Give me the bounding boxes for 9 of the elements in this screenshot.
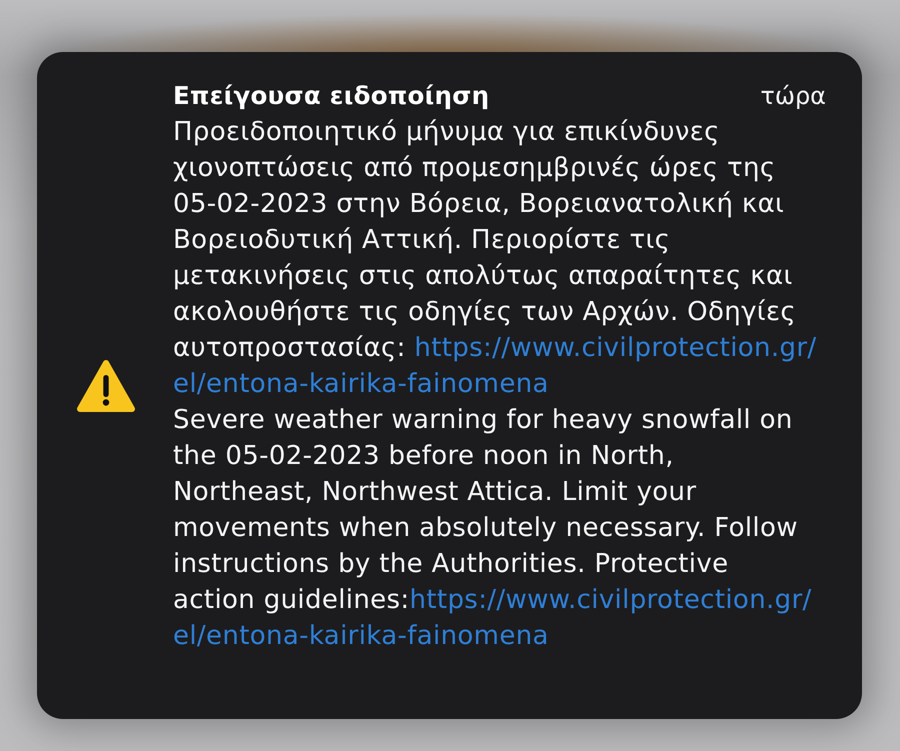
- message-text: Severe weather warning for heavy snowfall on the 05-02-2023 before noon in North, Northeast, Northwest Attica. Limit your movements when absolutely necessary. Follow instructions by the Authorities. Protective action guidelines:https://www.civilprotection.gr/ el/entona-kairika-fainomena: [173, 404, 813, 653]
- link[interactable]: el/entona-kairika-fainomena: [173, 621, 549, 651]
- link[interactable]: el/entona-kairika-fainomena: [173, 369, 549, 399]
- message-text: Προειδοποιητικό μήνυμα για επικίνδυνες χιονοπτώσεις από προμεσημβρινές ώρες της 05-02-2023 στην Βόρεια, Βορειανατολική και Βορειοδυτική Αττική. Περιορίστε τις μετακινήσεις στις απολύτως απαραίτητες και ακολουθήστε τις οδηγίες των Αρχών. Οδηγίες αυτοπροστασίας: https://www.civilprotection.gr/ el/entona-kairika-fainomena: [173, 116, 818, 401]
- timestamp: τώρα: [760, 81, 826, 112]
- link[interactable]: https://www.civilprotection.gr/: [410, 585, 812, 615]
- notification-title: Επείγουσα ειδοποίηση: [173, 80, 490, 112]
- warning-icon: [76, 358, 136, 412]
- link[interactable]: https://www.civilprotection.gr/: [414, 333, 816, 363]
